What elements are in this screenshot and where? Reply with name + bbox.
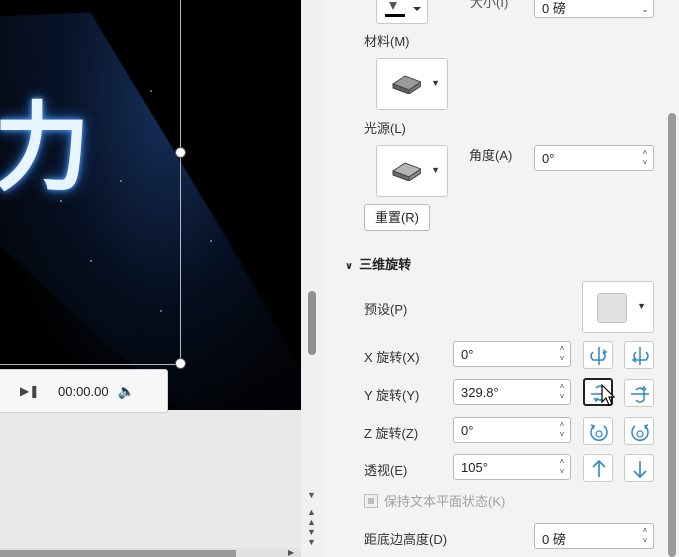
resize-handle[interactable]	[175, 147, 186, 158]
star	[120, 180, 122, 182]
media-time: 00:00.00	[58, 383, 109, 399]
star	[150, 90, 152, 92]
y-rotation-value: 329.8°	[461, 385, 499, 400]
checkbox-icon	[364, 494, 378, 508]
spin-updown-icon[interactable]: ˄ ˅	[557, 344, 567, 364]
x-rotate-left-button[interactable]	[583, 341, 613, 369]
pane-vertical-scrollbar[interactable]	[666, 0, 679, 557]
y-rotate-down-button[interactable]	[624, 379, 654, 407]
rotate-counterclockwise-icon	[590, 424, 608, 441]
rotate-right-icon	[631, 347, 649, 365]
star	[210, 240, 212, 242]
material-button[interactable]: ▼	[376, 58, 448, 110]
slide-canvas: 力 ▶❚ 00:00.00 🔈 ▶	[0, 0, 301, 557]
lighting-icon	[391, 162, 421, 181]
spin-updown-icon[interactable]: ˄ ˅	[557, 420, 567, 440]
distance-from-ground-label: 距底边高度(D)	[364, 532, 448, 547]
resize-handle[interactable]	[175, 358, 186, 369]
star	[160, 310, 162, 312]
horizontal-scrollbar[interactable]: ▶	[0, 548, 301, 557]
chevron-down-icon: ▼	[637, 301, 646, 311]
slide-title-text[interactable]: 力	[0, 70, 90, 209]
y-rotation-input[interactable]: 329.8° ˄ ˅	[453, 379, 571, 405]
scroll-thumb[interactable]	[668, 113, 676, 557]
angle-input[interactable]: 0° ˄ ˅	[534, 145, 654, 171]
x-rotation-label: X 旋转(X)	[364, 350, 420, 365]
spin-updown-icon[interactable]: ˄ ˅	[557, 382, 567, 402]
spin-updown-icon[interactable]: ˄ ˅	[640, 526, 650, 546]
arrow-down-icon	[633, 461, 647, 479]
size-value: 0 磅	[542, 1, 566, 16]
distance-from-ground-input[interactable]: 0 磅 ˄ ˅	[534, 523, 654, 549]
scroll-thumb[interactable]	[0, 550, 236, 557]
section-3d-rotation-header[interactable]: ∨ 三维旋转	[345, 254, 411, 273]
selection-border	[180, 0, 181, 364]
angle-label: 角度(A)	[469, 148, 513, 163]
section-title: 三维旋转	[359, 257, 412, 272]
slide[interactable]: 力	[0, 0, 301, 410]
chevron-down-icon: ▼	[431, 78, 440, 88]
z-rotation-value: 0°	[461, 423, 474, 438]
star	[90, 260, 92, 262]
perspective-input[interactable]: 105° ˄ ˅	[453, 454, 571, 480]
chevron-down-icon: ∨	[345, 261, 354, 272]
x-rotation-value: 0°	[461, 347, 474, 362]
mouse-pointer-icon	[601, 384, 616, 406]
perspective-decrease-button[interactable]	[624, 454, 654, 482]
canvas-vertical-scrollbar[interactable]: ▼ ▲ ▲ ▼ ▼	[301, 0, 323, 557]
selection-border	[0, 364, 180, 365]
next-slide-icon[interactable]: ▼ ▼	[307, 527, 316, 547]
scroll-right-icon[interactable]: ▶	[288, 548, 294, 557]
x-rotation-input[interactable]: 0° ˄ ˅	[453, 341, 571, 367]
perspective-value: 105°	[461, 460, 488, 475]
perspective-increase-button[interactable]	[583, 454, 613, 482]
z-rotate-counterclockwise-button[interactable]	[583, 417, 613, 445]
scroll-thumb[interactable]	[308, 291, 316, 355]
lighting-label: 光源(L)	[364, 121, 406, 136]
preset-label: 预设(P)	[364, 302, 408, 317]
material-icon	[391, 75, 421, 94]
preset-button[interactable]: ▼	[582, 281, 654, 333]
arrow-up-icon	[592, 459, 606, 477]
z-rotation-label: Z 旋转(Z)	[364, 426, 419, 441]
play-icon[interactable]: ▶❚	[20, 384, 39, 398]
z-rotation-input[interactable]: 0° ˄ ˅	[453, 417, 571, 443]
z-rotate-clockwise-button[interactable]	[624, 417, 654, 445]
rotate-down-icon	[631, 385, 649, 403]
keep-text-flat-label: 保持文本平面状态(K)	[384, 494, 506, 509]
format-pane: 大小(I) 0 磅 ⌄ 材料(M) ▼ 光源(L) ▼ 角度(A) 0° ˄ ˅ …	[323, 0, 679, 557]
spin-updown-icon[interactable]: ˄ ˅	[640, 148, 650, 168]
y-rotation-label: Y 旋转(Y)	[364, 388, 420, 403]
previous-slide-icon[interactable]: ▲ ▲	[307, 507, 316, 527]
keep-text-flat-checkbox[interactable]: 保持文本平面状态(K)	[364, 491, 505, 510]
chevron-down-icon: ▼	[431, 165, 440, 175]
distance-value: 0 磅	[542, 532, 566, 547]
size-label: 大小(I)	[470, 0, 509, 10]
rotate-left-icon	[590, 347, 608, 365]
lighting-button[interactable]: ▼	[376, 145, 448, 197]
media-controls: ▶❚ 00:00.00 🔈	[0, 369, 168, 413]
perspective-label: 透视(E)	[364, 463, 408, 478]
scroll-down-icon[interactable]: ▼	[307, 490, 316, 500]
angle-value: 0°	[542, 151, 555, 166]
spin-updown-icon[interactable]: ˄ ˅	[557, 457, 567, 477]
reset-button[interactable]: 重置(R)	[364, 204, 430, 231]
preset-swatch	[597, 293, 627, 323]
size-input[interactable]: 0 磅 ⌄	[534, 0, 654, 18]
rotate-clockwise-icon	[631, 424, 649, 441]
contour-color-picker[interactable]	[376, 0, 428, 24]
spin-down-icon[interactable]: ⌄	[640, 5, 650, 15]
x-rotate-right-button[interactable]	[624, 341, 654, 369]
volume-icon[interactable]: 🔈	[118, 383, 135, 400]
material-label: 材料(M)	[364, 34, 410, 49]
